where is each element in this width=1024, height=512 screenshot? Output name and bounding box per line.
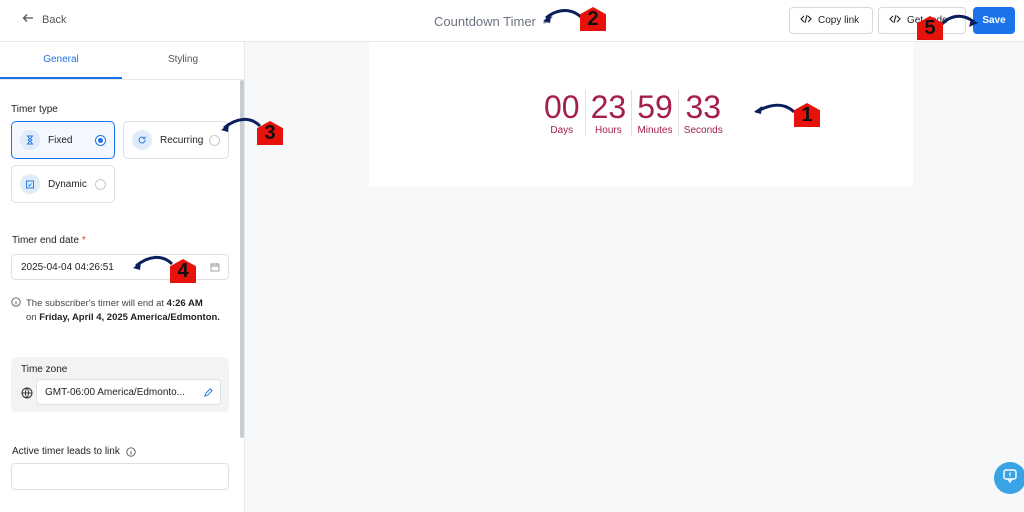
- annotation-arrow-2: [543, 9, 584, 23]
- end-date-label: Timer end date *: [12, 235, 86, 246]
- timer-type-dynamic-label: Dynamic: [48, 178, 87, 190]
- timezone-label: Time zone: [21, 364, 68, 375]
- sidebar-tabs: General Styling: [0, 42, 244, 80]
- title-area: Countdown Timer: [434, 12, 554, 30]
- link-label-text: Active timer leads to link: [12, 446, 120, 457]
- countdown-timer: 00 Days 23 Hours 59 Minutes 33 Seconds: [539, 90, 728, 136]
- timezone-value: GMT-06:00 America/Edmonto...: [45, 386, 186, 398]
- calendar-icon[interactable]: [210, 262, 220, 272]
- timer-preview: 00 Days 23 Hours 59 Minutes 33 Seconds: [369, 42, 913, 187]
- annotation-arrow-4: [133, 256, 174, 270]
- end-date-label-text: Timer end date: [12, 235, 79, 246]
- info-date: Friday, April 4, 2025 America/Edmonton.: [39, 312, 220, 323]
- page-title: Countdown Timer: [434, 13, 536, 29]
- timer-seconds: 33 Seconds: [677, 89, 728, 136]
- hours-label: Hours: [595, 125, 622, 136]
- end-time-info: The subscriber's timer will end at 4:26 …: [11, 297, 236, 325]
- chat-icon: [1002, 468, 1018, 489]
- timer-type-fixed[interactable]: Fixed: [11, 121, 115, 159]
- minutes-label: Minutes: [637, 125, 673, 136]
- timer-type-recurring-label: Recurring: [160, 134, 204, 146]
- back-label: Back: [42, 13, 67, 26]
- end-date-value: 2025-04-04 04:26:51: [21, 261, 114, 273]
- timer-type-label: Timer type: [11, 104, 58, 115]
- copy-link-label: Copy link: [818, 15, 860, 26]
- tab-general[interactable]: General: [0, 42, 122, 79]
- copy-link-button[interactable]: Copy link: [789, 7, 873, 34]
- annotation-arrow-1: [754, 103, 796, 114]
- info-on: on: [26, 312, 37, 323]
- top-bar: Back Countdown Timer Copy link Get code …: [0, 0, 1024, 42]
- timezone-section: Time zone GMT-06:00 America/Edmonto...: [11, 357, 229, 412]
- minutes-value: 59: [637, 89, 673, 125]
- help-chat-button[interactable]: [994, 462, 1024, 494]
- days-label: Days: [550, 125, 574, 136]
- timer-type-recurring[interactable]: Recurring: [123, 121, 229, 159]
- info-icon[interactable]: [126, 446, 136, 457]
- seconds-value: 33: [685, 89, 722, 125]
- tab-styling[interactable]: Styling: [122, 42, 244, 79]
- timer-type-fixed-label: Fixed: [48, 134, 73, 146]
- end-date-input[interactable]: 2025-04-04 04:26:51: [11, 254, 229, 280]
- refresh-icon: [132, 130, 152, 150]
- timer-minutes: 59 Minutes: [631, 90, 678, 136]
- calendar-check-icon: [20, 174, 40, 194]
- link-input[interactable]: [11, 463, 229, 490]
- link-field-label: Active timer leads to link: [12, 446, 136, 457]
- globe-icon: [21, 387, 33, 399]
- recurring-radio[interactable]: [209, 135, 220, 146]
- dynamic-radio[interactable]: [95, 179, 106, 190]
- timer-type-dynamic[interactable]: Dynamic: [11, 165, 115, 203]
- days-value: 00: [544, 89, 580, 125]
- back-button[interactable]: Back: [22, 12, 66, 27]
- code-icon: [800, 14, 812, 27]
- timer-hours: 23 Hours: [584, 89, 632, 136]
- info-time: 4:26 AM: [166, 298, 203, 309]
- fixed-radio[interactable]: [95, 135, 106, 146]
- required-asterisk: *: [81, 235, 86, 246]
- seconds-label: Seconds: [683, 125, 723, 136]
- info-prefix: The subscriber's timer will end at: [26, 298, 165, 309]
- annotation-arrow-3: [221, 118, 262, 132]
- timezone-input[interactable]: GMT-06:00 America/Edmonto...: [36, 379, 221, 405]
- arrow-left-icon: [22, 12, 34, 27]
- info-message: The subscriber's timer will end at 4:26 …: [26, 297, 220, 325]
- hourglass-icon: [20, 130, 40, 150]
- timer-days: 00 Days: [539, 90, 585, 136]
- info-icon: [11, 297, 21, 325]
- annotation-arrow-5: [940, 14, 978, 27]
- code-icon: [889, 14, 901, 27]
- hours-value: 23: [590, 89, 627, 125]
- edit-icon[interactable]: [203, 387, 214, 398]
